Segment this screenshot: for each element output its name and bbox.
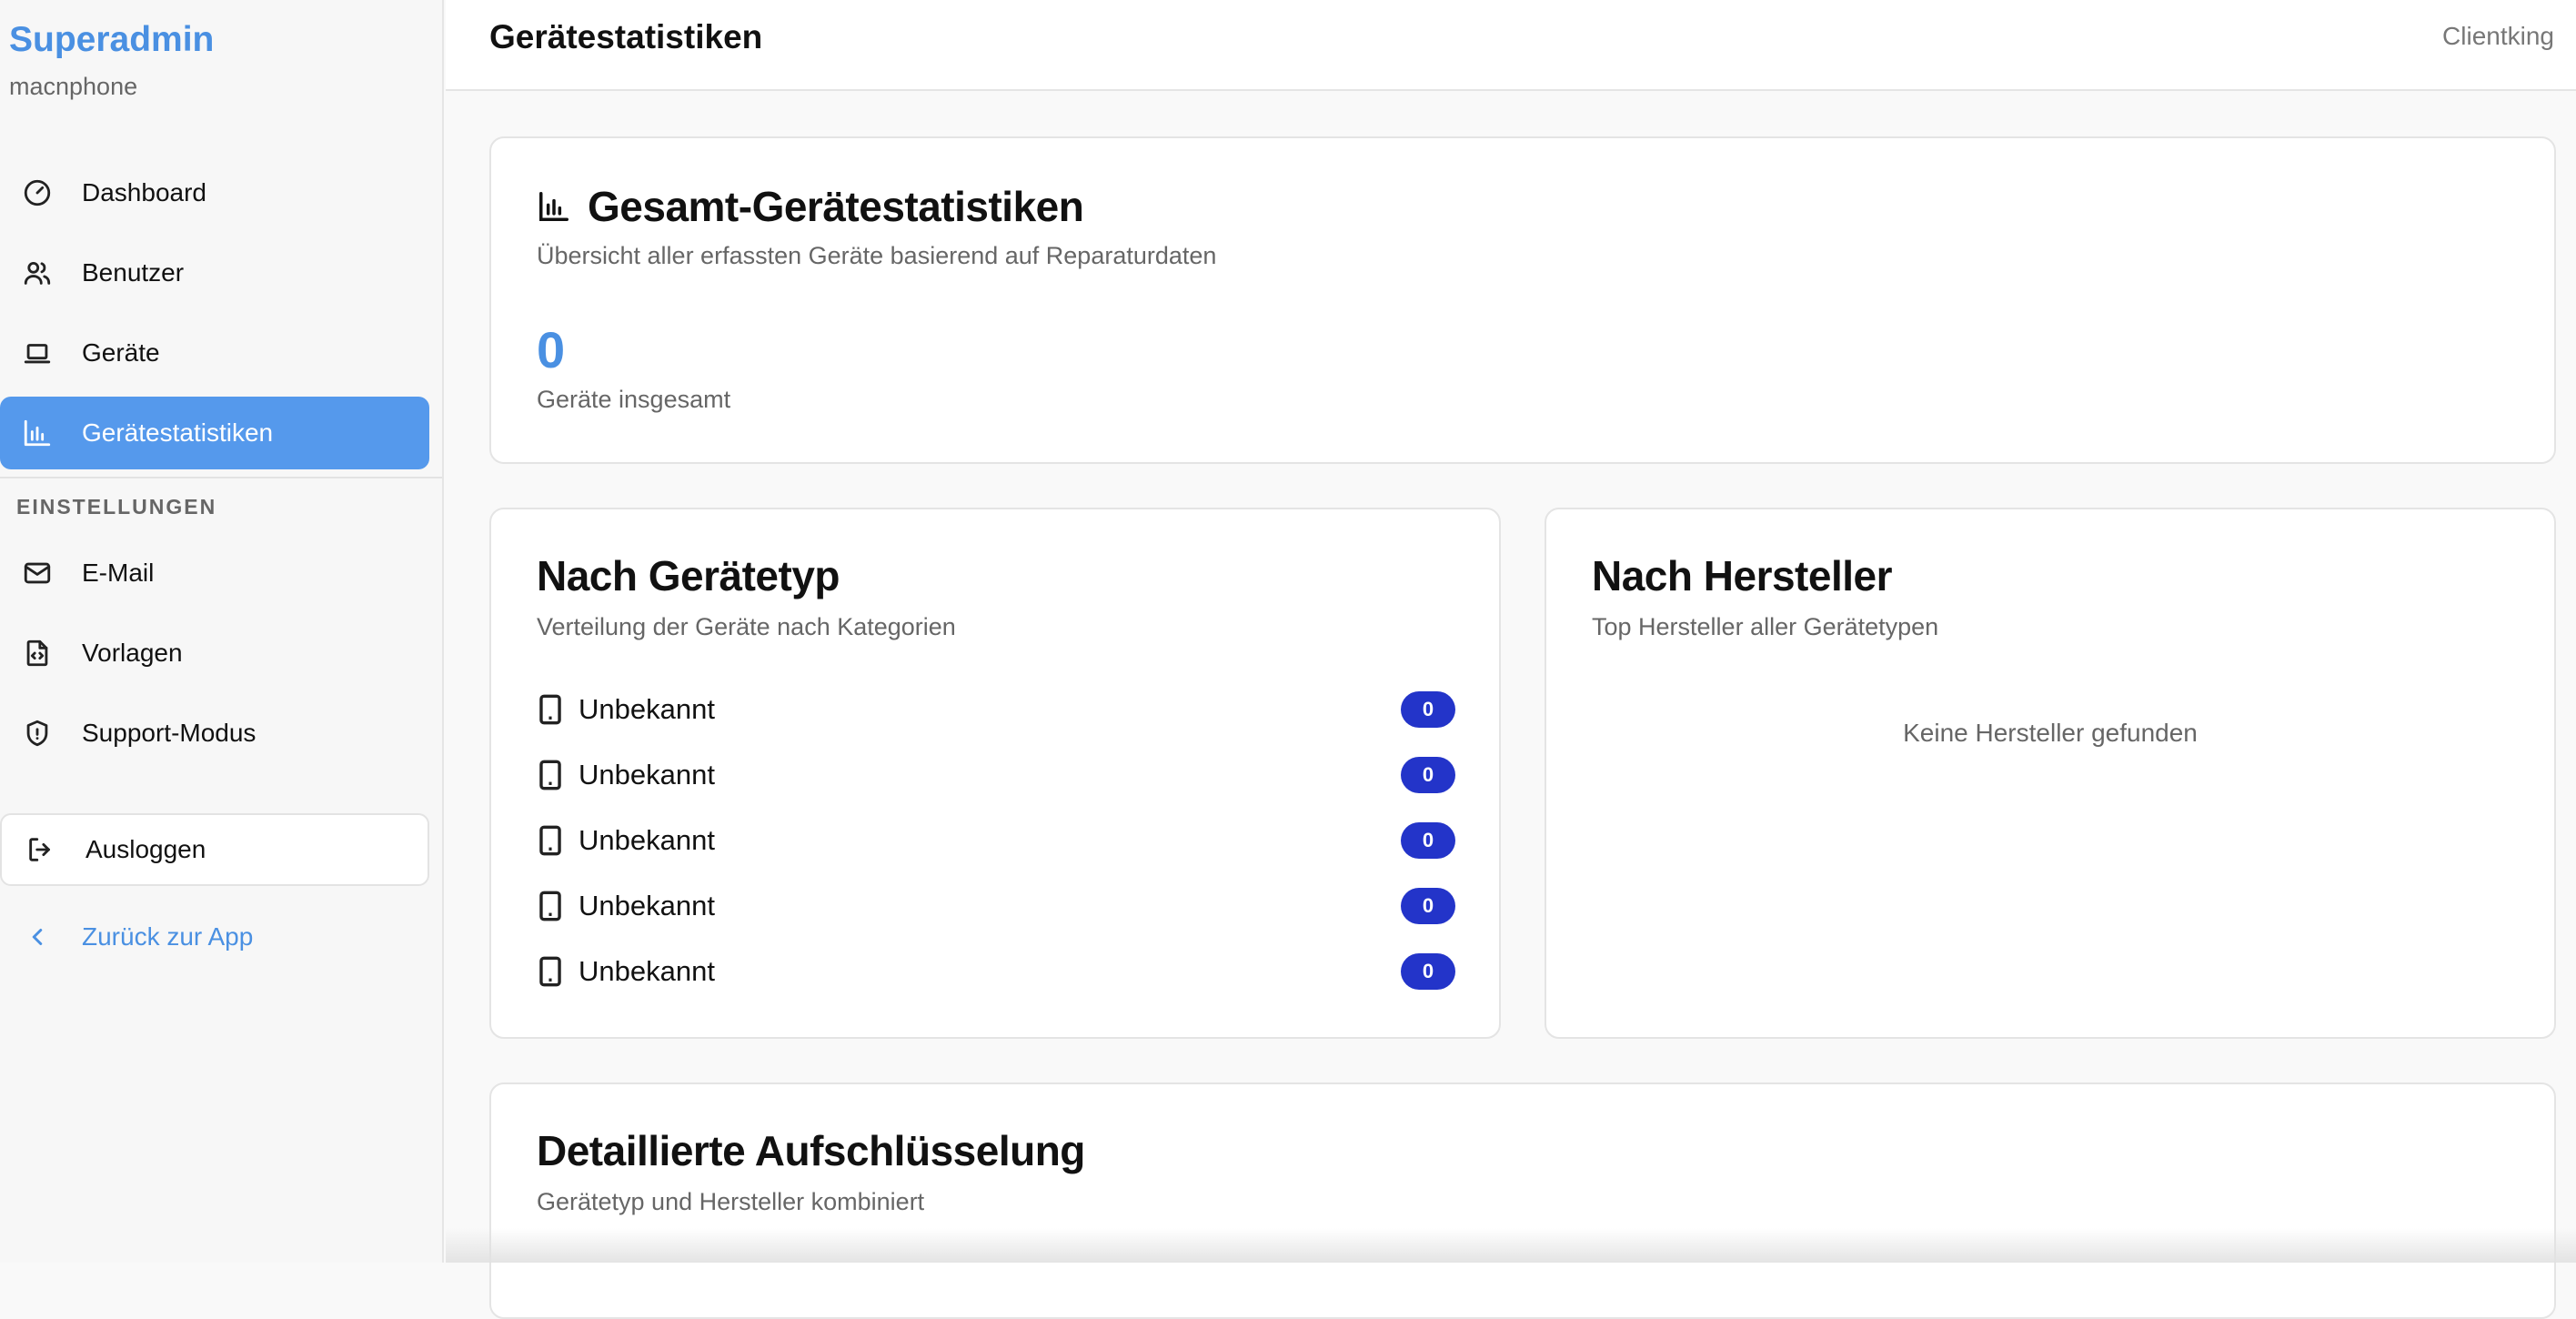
empty-state-text: Keine Hersteller gefunden [1903,719,2198,747]
list-item: Unbekannt 0 [537,690,1455,730]
manufacturer-card: Nach Hersteller Top Hersteller aller Ger… [1545,508,2556,1039]
device-type-description: Verteilung der Geräte nach Kategorien [537,613,956,640]
scroll-fade [446,1228,2576,1263]
detailed-breakdown-card: Detaillierte Aufschlüsselung Gerätetyp u… [489,1082,2556,1319]
total-stats-card: Gesamt-Gerätestatistiken Übersicht aller… [489,136,2556,464]
section-label-settings: EINSTELLUNGEN [16,495,217,519]
manufacturer-title: Nach Hersteller [1592,552,1893,599]
count-badge: 0 [1401,757,1455,793]
sidebar-divider [0,477,442,478]
device-type-label: Unbekannt [579,759,715,790]
back-to-app-link[interactable]: Zurück zur App [0,901,429,973]
logout-button[interactable]: Ausloggen [0,813,429,886]
tablet-icon [537,888,564,924]
sidebar-item-label: Gerätestatistiken [82,418,274,447]
logout-label: Ausloggen [86,835,206,863]
page-title: Gerätestatistiken [489,18,763,55]
count-badge: 0 [1401,888,1455,924]
sidebar-item-label: Vorlagen [82,639,183,667]
total-devices-value: 0 [537,321,566,378]
manufacturer-description: Top Hersteller aller Gerätetypen [1592,613,1939,640]
list-item: Unbekannt 0 [537,821,1455,861]
sidebar-item-label: Benutzer [82,258,185,287]
logout-icon [22,831,60,869]
tablet-icon [537,953,564,990]
gauge-icon [18,174,56,212]
total-card-description: Übersicht aller erfassten Geräte basiere… [537,242,1217,269]
header-brand-text: Clientking [2442,22,2554,50]
tablet-icon [537,691,564,728]
count-badge: 0 [1401,691,1455,728]
detailed-breakdown-description: Gerätetyp und Hersteller kombiniert [537,1188,925,1215]
list-item: Unbekannt 0 [537,886,1455,926]
shield-icon [18,714,56,752]
users-icon [18,254,56,292]
sidebar-item-support-modus[interactable]: Support-Modus [0,697,429,770]
bar-chart-icon [539,192,569,221]
total-card-title: Gesamt-Gerätestatistiken [588,183,1084,230]
total-devices-label: Geräte insgesamt [537,386,731,413]
sidebar-item-label: Dashboard [82,178,206,206]
tablet-icon [537,757,564,793]
sidebar-item-label: Geräte [82,338,160,367]
laptop-icon [18,334,56,372]
sidebar-item-geraetestatistiken[interactable]: Gerätestatistiken [0,397,429,469]
sidebar-item-geraete[interactable]: Geräte [0,317,429,389]
device-type-label: Unbekannt [579,890,715,921]
sidebar-item-email[interactable]: E-Mail [0,537,429,609]
back-to-app-label: Zurück zur App [82,922,254,951]
bar-chart-icon [18,414,56,452]
sidebar-item-vorlagen[interactable]: Vorlagen [0,617,429,690]
sidebar-item-label: E-Mail [82,559,155,587]
list-item: Unbekannt 0 [537,755,1455,795]
header: Gerätestatistiken Clientking [446,0,2576,91]
detailed-breakdown-title: Detaillierte Aufschlüsselung [537,1127,1085,1174]
list-item: Unbekannt 0 [537,951,1455,992]
brand-title: Superadmin [9,20,215,59]
total-card-heading: Gesamt-Gerätestatistiken [537,182,1084,231]
device-type-label: Unbekannt [579,955,715,987]
tablet-icon [537,822,564,859]
device-type-label: Unbekannt [579,824,715,856]
sidebar-item-benutzer[interactable]: Benutzer [0,237,429,309]
device-type-title: Nach Gerätetyp [537,552,840,599]
device-type-label: Unbekannt [579,693,715,725]
file-code-icon [18,634,56,672]
sidebar-item-label: Support-Modus [82,719,257,747]
mail-icon [18,554,56,592]
count-badge: 0 [1401,822,1455,859]
brand-subtitle: macnphone [9,73,138,100]
sidebar: Superadmin macnphone Dashboard Benutzer … [0,0,444,1263]
sidebar-item-dashboard[interactable]: Dashboard [0,156,429,229]
chevron-left-icon [18,918,56,956]
count-badge: 0 [1401,953,1455,990]
device-type-card: Nach Gerätetyp Verteilung der Geräte nac… [489,508,1501,1039]
